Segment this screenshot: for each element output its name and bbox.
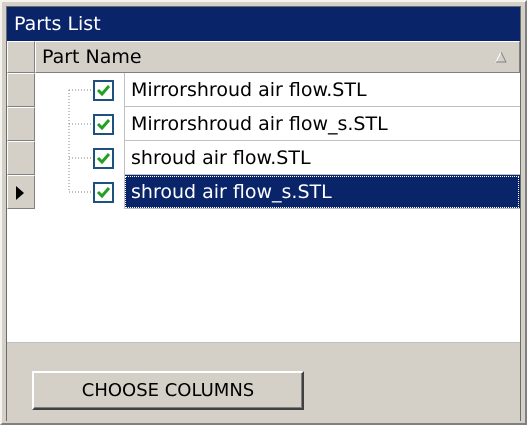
tree-connector-lines <box>68 89 93 193</box>
column-header-part-name[interactable]: Part Name <box>35 41 520 73</box>
part-name-cell[interactable]: shroud air flow_s.STL <box>124 175 520 209</box>
grid-corner-cell[interactable] <box>7 41 35 73</box>
panel-title: Parts List <box>14 13 101 35</box>
parts-list-panel: Parts List Part Name Mirrorshroud air fl… <box>0 0 527 425</box>
sort-ascending-icon <box>495 51 507 63</box>
part-name-cell[interactable]: Mirrorshroud air flow.STL <box>124 73 520 107</box>
choose-columns-button[interactable]: CHOOSE COLUMNS <box>32 371 304 410</box>
part-visible-checkbox[interactable] <box>93 80 114 101</box>
part-visible-checkbox[interactable] <box>93 182 114 203</box>
part-name-cell[interactable]: shroud air flow.STL <box>124 141 520 175</box>
checkmark-icon <box>96 153 111 165</box>
row-selector[interactable] <box>7 73 35 107</box>
parts-grid[interactable]: Part Name Mirrorshroud air flow.STL Mirr… <box>7 41 520 342</box>
grid-header-row: Part Name <box>7 41 520 73</box>
row-selector[interactable] <box>7 175 35 209</box>
current-row-arrow-icon <box>16 186 24 200</box>
part-name-text: Mirrorshroud air flow_s.STL <box>131 113 388 135</box>
part-name-text: Mirrorshroud air flow.STL <box>131 79 367 101</box>
checkmark-icon <box>96 85 111 97</box>
parts-list-frame: Parts List Part Name Mirrorshroud air fl… <box>6 6 521 421</box>
row-selector[interactable] <box>7 141 35 175</box>
part-name-text: shroud air flow.STL <box>131 147 311 169</box>
part-visible-checkbox[interactable] <box>93 114 114 135</box>
part-name-text: shroud air flow_s.STL <box>131 181 332 203</box>
part-name-cell[interactable]: Mirrorshroud air flow_s.STL <box>124 107 520 141</box>
row-selector[interactable] <box>7 107 35 141</box>
column-header-label: Part Name <box>42 46 142 68</box>
checkmark-icon <box>96 187 111 199</box>
checkmark-icon <box>96 119 111 131</box>
panel-title-bar: Parts List <box>7 7 520 41</box>
panel-footer: CHOOSE COLUMNS <box>7 342 520 421</box>
part-visible-checkbox[interactable] <box>93 148 114 169</box>
